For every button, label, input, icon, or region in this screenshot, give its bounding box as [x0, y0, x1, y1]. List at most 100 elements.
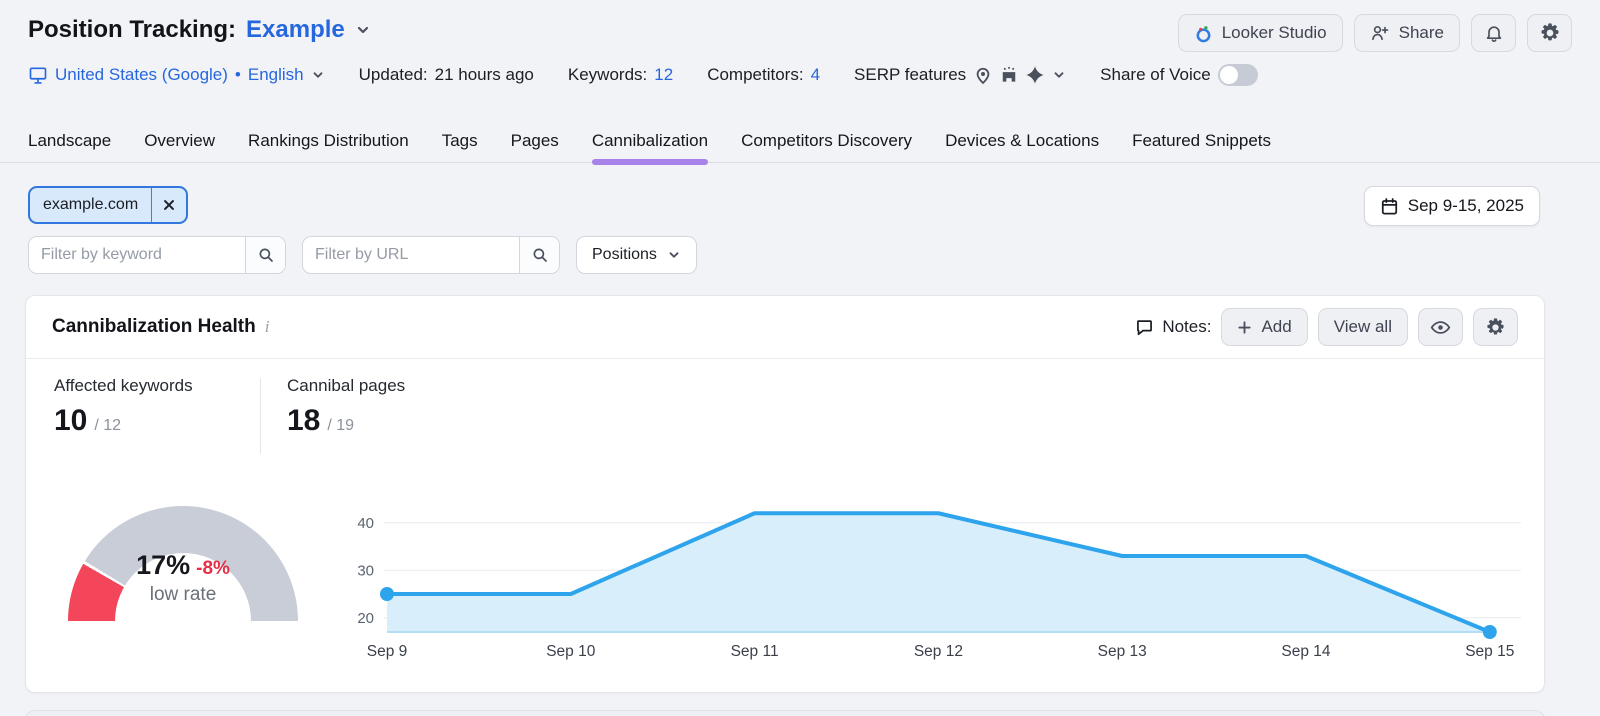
- settings-button[interactable]: [1527, 14, 1572, 52]
- keywords-value[interactable]: 12: [654, 65, 673, 85]
- summary-stats: Affected keywords 10 / 12 Cannibal pages…: [54, 376, 493, 454]
- date-range-picker[interactable]: Sep 9-15, 2025: [1364, 186, 1540, 226]
- sparkle-diamond-icon: [1025, 65, 1045, 85]
- tab-tags[interactable]: Tags: [442, 131, 478, 165]
- gauge-caption: low rate: [68, 584, 298, 606]
- person-plus-icon: [1370, 23, 1390, 43]
- location-language-selector[interactable]: United States (Google) • English: [28, 65, 325, 85]
- keyword-filter-input[interactable]: [29, 237, 245, 273]
- svg-text:Sep 10: Sep 10: [546, 643, 596, 660]
- add-note-label: Add: [1261, 317, 1291, 337]
- gear-icon: [1486, 318, 1505, 337]
- updated-value: 21 hours ago: [435, 65, 534, 85]
- campaign-meta: United States (Google) • English Updated…: [28, 64, 1258, 86]
- trend-chart-svg: 203040Sep 9Sep 10Sep 11Sep 12Sep 13Sep 1…: [346, 481, 1531, 676]
- stat-label: Affected keywords: [54, 376, 260, 396]
- language-label[interactable]: English: [248, 65, 304, 85]
- hotel-building-icon: [999, 65, 1019, 85]
- search-icon[interactable]: [245, 237, 285, 273]
- gear-icon: [1540, 23, 1560, 43]
- stat-value: 10: [54, 404, 87, 438]
- tab-overview[interactable]: Overview: [144, 131, 215, 165]
- notes-label-wrap: Notes:: [1135, 317, 1211, 337]
- looker-studio-label: Looker Studio: [1222, 23, 1327, 43]
- project-selector[interactable]: Example: [246, 16, 345, 44]
- svg-text:Sep 14: Sep 14: [1281, 643, 1331, 660]
- share-label: Share: [1399, 23, 1444, 43]
- search-icon[interactable]: [519, 237, 559, 273]
- looker-studio-button[interactable]: Looker Studio: [1178, 14, 1343, 52]
- svg-text:Sep 9: Sep 9: [367, 643, 408, 660]
- affected-keywords-stat: Affected keywords 10 / 12: [54, 376, 260, 454]
- cannibalization-health-card: Cannibalization Health i Notes: A: [25, 295, 1545, 693]
- date-range-label: Sep 9-15, 2025: [1408, 196, 1524, 216]
- tab-devices-locations[interactable]: Devices & Locations: [945, 131, 1099, 165]
- filter-row: Positions: [28, 236, 697, 274]
- visibility-button[interactable]: [1418, 308, 1463, 346]
- serp-feature-icons: [973, 65, 1045, 85]
- notes-toolbar: Notes: Add View all: [1135, 308, 1518, 346]
- updated-label: Updated:: [359, 65, 428, 85]
- cannibal-pages-stat: Cannibal pages 18 / 19: [287, 376, 493, 454]
- notifications-button[interactable]: [1471, 14, 1516, 52]
- tab-landscape[interactable]: Landscape: [28, 131, 111, 165]
- eye-icon: [1430, 317, 1451, 338]
- svg-text:Sep 13: Sep 13: [1098, 643, 1147, 660]
- health-gauge: 17%-8% low rate: [68, 506, 298, 628]
- gauge-readout: 17%-8% low rate: [68, 550, 298, 606]
- competitors-count: Competitors: 4: [707, 65, 820, 85]
- domain-filter-chip[interactable]: example.com: [28, 186, 188, 224]
- trend-chart[interactable]: 203040Sep 9Sep 10Sep 11Sep 12Sep 13Sep 1…: [346, 481, 1531, 676]
- share-of-voice: Share of Voice: [1100, 64, 1258, 86]
- domain-chip-label: example.com: [30, 188, 151, 222]
- url-filter-input[interactable]: [303, 237, 519, 273]
- chevron-down-icon[interactable]: [355, 22, 371, 38]
- keywords-count: Keywords: 12: [568, 65, 673, 85]
- page-title: Position Tracking:: [28, 16, 236, 44]
- url-filter-field: [302, 236, 560, 274]
- share-button[interactable]: Share: [1354, 14, 1460, 52]
- competitors-value[interactable]: 4: [811, 65, 820, 85]
- serp-features-label: SERP features: [854, 65, 966, 85]
- positions-label: Positions: [592, 246, 657, 264]
- map-pin-icon: [973, 65, 993, 85]
- bell-icon: [1484, 23, 1504, 43]
- next-card-top-edge: [25, 710, 1545, 716]
- stat-value: 18: [287, 404, 320, 438]
- serp-features[interactable]: SERP features: [854, 65, 1066, 85]
- tab-pages[interactable]: Pages: [511, 131, 559, 165]
- plus-icon: [1237, 320, 1252, 335]
- card-title: Cannibalization Health: [52, 316, 256, 338]
- tab-competitors-discovery[interactable]: Competitors Discovery: [741, 131, 912, 165]
- svg-text:Sep 12: Sep 12: [914, 643, 963, 660]
- view-all-label: View all: [1334, 317, 1392, 337]
- calendar-icon: [1380, 197, 1399, 216]
- meta-separator: •: [235, 65, 241, 85]
- tab-bar: Landscape Overview Rankings Distribution…: [28, 131, 1271, 165]
- gauge-percent: 17%: [136, 550, 190, 580]
- updated-status: Updated: 21 hours ago: [359, 65, 534, 85]
- close-icon[interactable]: [151, 188, 186, 222]
- view-all-notes-button[interactable]: View all: [1318, 308, 1408, 346]
- chevron-down-icon: [311, 68, 325, 82]
- svg-text:20: 20: [357, 610, 374, 627]
- tab-rankings-distribution[interactable]: Rankings Distribution: [248, 131, 409, 165]
- stat-label: Cannibal pages: [287, 376, 493, 396]
- share-of-voice-toggle[interactable]: [1218, 64, 1258, 86]
- add-note-button[interactable]: Add: [1221, 308, 1307, 346]
- tab-featured-snippets[interactable]: Featured Snippets: [1132, 131, 1271, 165]
- svg-text:Sep 11: Sep 11: [731, 643, 779, 660]
- card-settings-button[interactable]: [1473, 308, 1518, 346]
- positions-dropdown[interactable]: Positions: [576, 236, 697, 274]
- location-label[interactable]: United States (Google): [55, 65, 228, 85]
- info-icon[interactable]: i: [265, 317, 270, 337]
- notes-label: Notes:: [1162, 317, 1211, 337]
- note-bubble-icon: [1135, 318, 1154, 337]
- toggle-knob: [1220, 66, 1238, 84]
- page-header: Position Tracking: Example: [28, 16, 371, 44]
- stat-total: / 19: [327, 417, 354, 435]
- tab-cannibalization[interactable]: Cannibalization: [592, 131, 708, 165]
- stat-divider: [260, 378, 261, 454]
- card-header: Cannibalization Health i Notes: A: [26, 296, 1544, 359]
- position-tracking-page: Position Tracking: Example Looker Studio: [0, 0, 1600, 716]
